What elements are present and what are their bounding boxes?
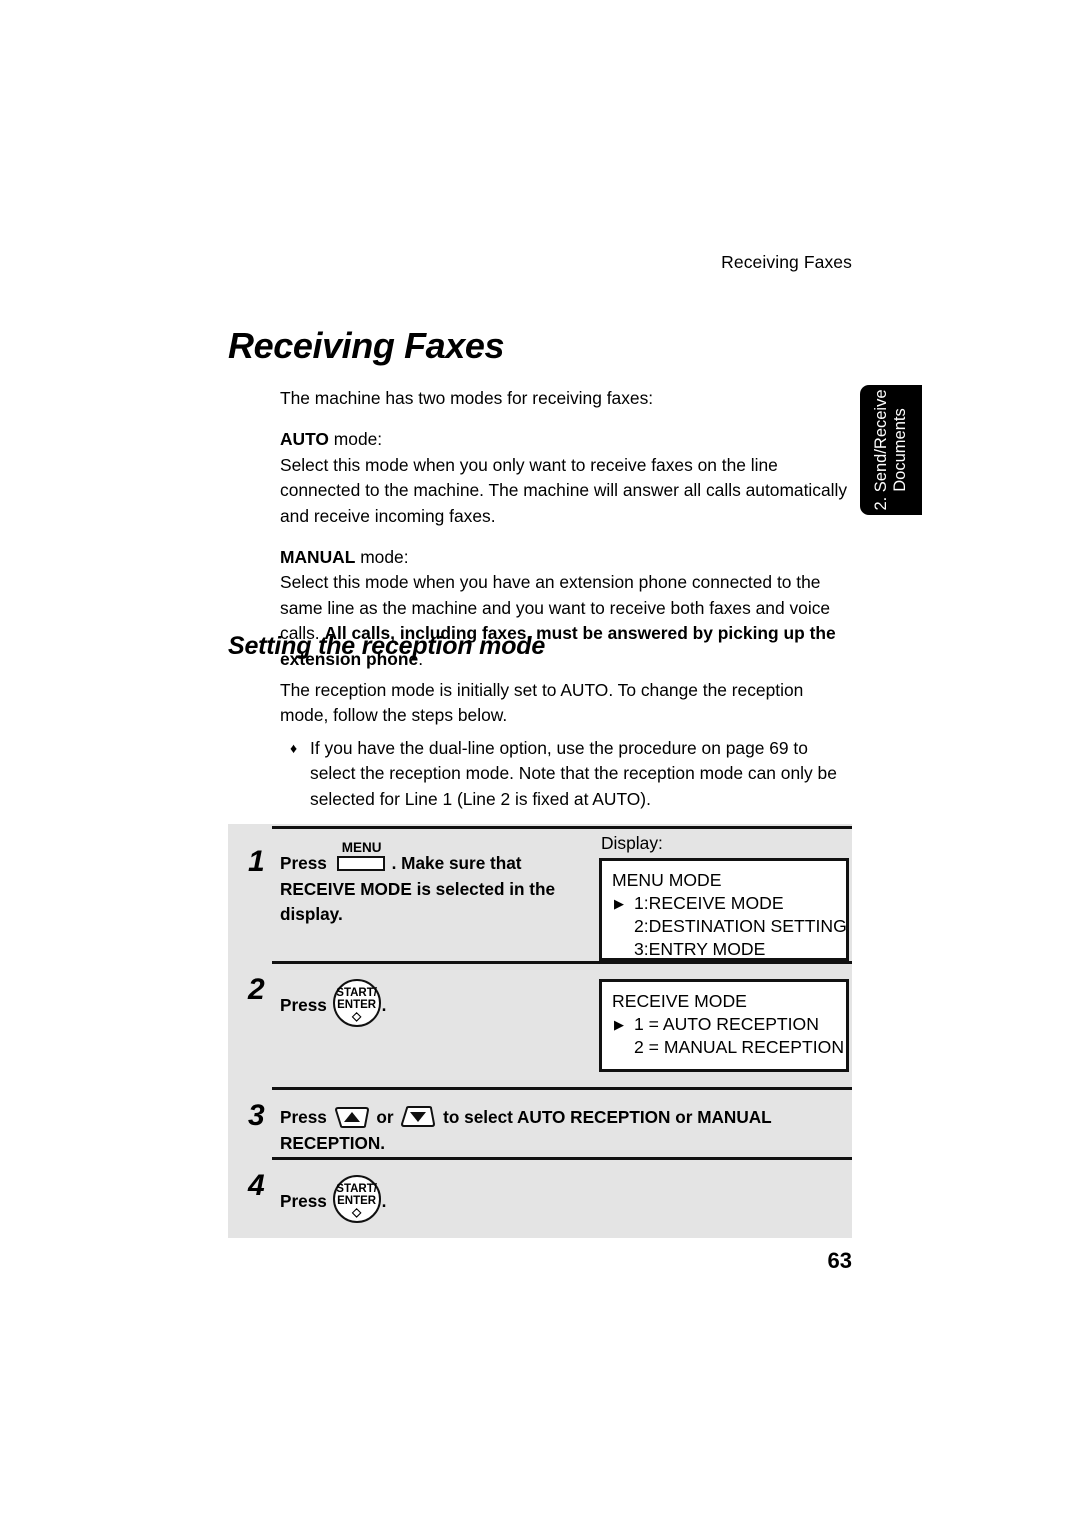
step-instruction-3: Press or to select AUTO RECEPTION or MAN… <box>280 1105 840 1156</box>
arrow-down-key-icon[interactable] <box>401 1106 436 1128</box>
intro-body: The machine has two modes for receiving … <box>280 386 850 672</box>
step-number-1: 1 <box>248 845 265 878</box>
press-word-3: Press <box>280 1107 327 1127</box>
step-number-4: 4 <box>248 1169 265 1202</box>
lcd1-item-0: 1:RECEIVE MODE <box>612 892 836 915</box>
chapter-thumb-tab-line2: Documents <box>891 408 909 492</box>
page-number: 63 <box>827 1248 852 1273</box>
step-divider-1 <box>272 961 852 964</box>
section-heading: Setting the reception mode <box>228 632 546 660</box>
menu-key-icon[interactable]: MENU <box>335 841 389 872</box>
auto-mode-text: Select this mode when you only want to r… <box>280 454 848 526</box>
section-paragraph: The reception mode is initially set to A… <box>280 680 804 726</box>
step-instruction-2: Press START/ ENTER ◇ . <box>280 979 580 1027</box>
start-enter-key-line1-2: START/ <box>336 1183 377 1195</box>
auto-mode-label: AUTO mode: <box>280 427 850 452</box>
manual-mode-label: MANUAL mode: <box>280 545 850 570</box>
start-enter-key-icon-2[interactable]: START/ ENTER ◇ <box>332 1175 381 1223</box>
procedure-panel: Display: 1 Press MENU . Make sure that R… <box>228 824 852 1238</box>
press-word-2: Press <box>280 995 327 1015</box>
lcd-display-2: RECEIVE MODE 1 = AUTO RECEPTION 2 = MANU… <box>599 979 849 1072</box>
page-title: Receiving Faxes <box>228 325 505 366</box>
step-instruction-1: Press MENU . Make sure that RECEIVE MODE… <box>280 841 580 928</box>
manual-mode-suffix: mode: <box>355 547 409 568</box>
start-diamond-icon: ◇ <box>352 1009 362 1023</box>
lcd1-title: MENU MODE <box>612 870 722 890</box>
note-bullet-item: ♦ If you have the dual-line option, use … <box>290 736 852 812</box>
lcd1-item-1: 2:DESTINATION SETTING <box>634 916 847 936</box>
step-divider-3 <box>272 1157 852 1160</box>
chapter-thumb-tab-line1: 2. Send/Receive <box>872 389 890 511</box>
press-word-1: Press <box>280 853 327 873</box>
diamond-bullet-icon: ♦ <box>290 740 298 756</box>
step-instruction-4: Press START/ ENTER ◇ . <box>280 1175 580 1223</box>
or-word-3: or <box>376 1107 394 1127</box>
running-header: Receiving Faxes <box>721 252 852 272</box>
step-divider-2 <box>272 1087 852 1090</box>
start-enter-key-line1: START/ <box>336 987 377 999</box>
lcd2-title: RECEIVE MODE <box>612 991 747 1011</box>
arrow-up-key-icon[interactable] <box>334 1106 369 1128</box>
display-label: Display: <box>601 833 663 853</box>
auto-mode-term: AUTO <box>280 429 329 450</box>
press-word-4: Press <box>280 1191 327 1211</box>
chapter-thumb-tab-text: 2. Send/Receive Documents <box>872 385 910 515</box>
intro-lead: The machine has two modes for receiving … <box>280 388 654 408</box>
section-body: The reception mode is initially set to A… <box>280 678 852 729</box>
step-number-2: 2 <box>248 973 265 1006</box>
step-text-4: . <box>381 1191 387 1211</box>
document-page: Receiving Faxes Receiving Faxes The mach… <box>0 0 1080 1528</box>
chapter-thumb-tab: 2. Send/Receive Documents <box>860 385 922 515</box>
lcd1-item-2: 3:ENTRY MODE <box>634 939 766 959</box>
lcd-display-1: MENU MODE 1:RECEIVE MODE 2:DESTINATION S… <box>599 858 849 961</box>
manual-mode-term: MANUAL <box>280 547 356 568</box>
step-divider-top <box>272 826 852 829</box>
start-diamond-icon-2: ◇ <box>352 1205 362 1219</box>
auto-mode-suffix: mode: <box>328 429 383 450</box>
step-text-2: . <box>381 995 387 1015</box>
step-number-3: 3 <box>248 1099 265 1132</box>
menu-key-box <box>336 856 385 871</box>
note-bullet-text: If you have the dual-line option, use th… <box>310 738 837 809</box>
menu-key-label: MENU <box>341 840 382 855</box>
lcd2-item-0: 1 = AUTO RECEPTION <box>612 1013 836 1036</box>
start-enter-key-icon[interactable]: START/ ENTER ◇ <box>332 979 381 1027</box>
lcd2-item-1: 2 = MANUAL RECEPTION <box>634 1037 845 1057</box>
